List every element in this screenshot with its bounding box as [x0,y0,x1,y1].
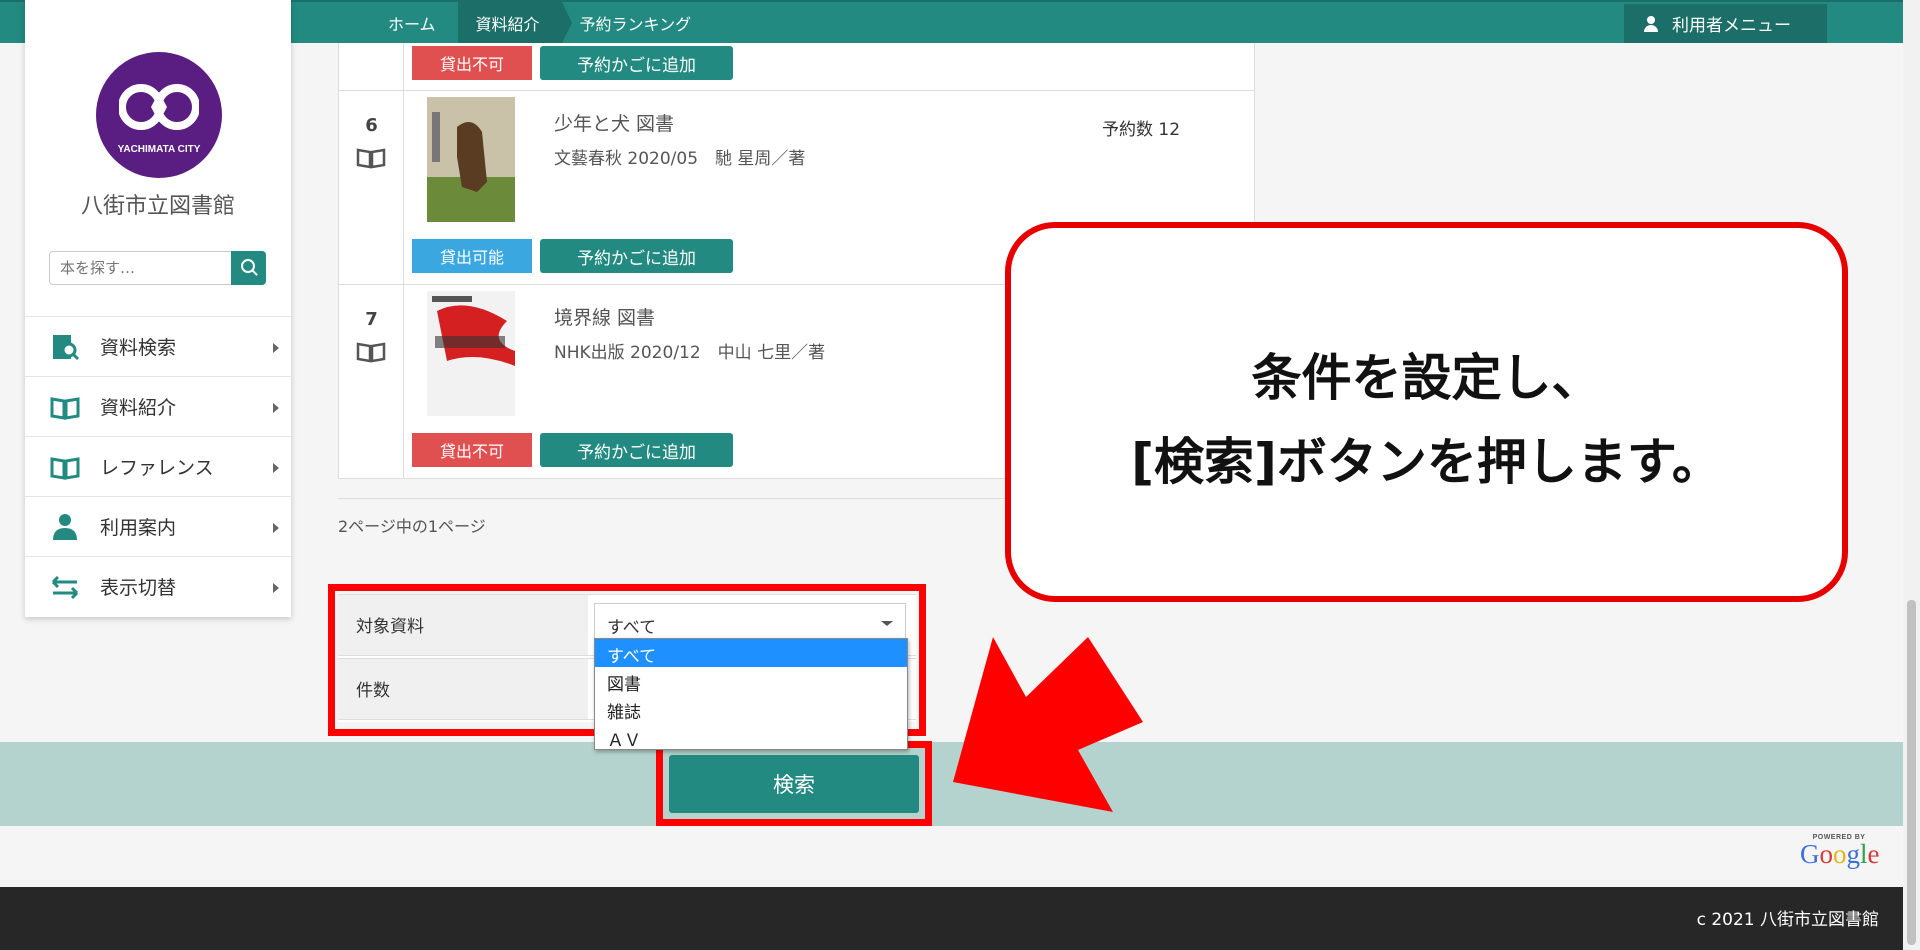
sidebar-item-label: 資料検索 [100,337,177,359]
status-badge: 貸出不可 [412,46,532,80]
book-meta: NHK出版 2020/12 中山 七里／著 [554,343,826,363]
library-name: 八街市立図書館 [80,194,235,219]
instruction-callout: 条件を設定し、 [検索]ボタンを押します。 [1005,222,1848,602]
pagination-info: 2ページ中の1ページ [338,517,486,536]
scrollbar[interactable] [1903,0,1920,950]
option-all[interactable]: すべて [595,639,907,667]
sidebar-item-usage-guide[interactable]: 利用案内 [25,496,291,556]
search-button[interactable] [231,251,266,285]
book-icon [356,342,386,363]
chevron-right-icon [273,583,279,593]
add-to-cart-button[interactable]: 予約かごに追加 [540,46,733,80]
user-icon [1642,15,1660,33]
book-meta: 文藝春秋 2020/05 馳 星周／著 [554,149,806,169]
chevron-right-icon [273,403,279,413]
status-badge: 貸出可能 [412,239,532,273]
status-badge: 貸出不可 [412,433,532,467]
breadcrumb-home[interactable]: ホーム [370,2,468,43]
item-number: 6 [365,115,378,136]
sidebar-item-reference[interactable]: レファレンス [25,436,291,496]
breadcrumb-reservation-ranking: 予約ランキング [579,14,692,34]
sidebar-item-material-search[interactable]: 資料検索 [25,316,291,376]
scrollbar-thumb[interactable] [1907,600,1916,945]
search-book-icon [53,334,80,360]
swap-arrows-icon [51,575,79,599]
powered-by-google: POWERED BY Google [1800,834,1880,874]
sidebar-nav: 資料検索 資料紹介 レファレンス 利用案内 表示切替 [25,316,291,616]
book-title[interactable]: 境界線 図書 [554,303,655,330]
logo-text: YACHIMATA CITY [117,144,201,155]
book-cover-image[interactable] [427,97,515,222]
user-menu-button[interactable]: 利用者メニュー [1624,4,1827,43]
library-logo[interactable]: YACHIMATA CITY [96,52,222,178]
book-title[interactable]: 少年と犬 図書 [554,109,674,136]
sidebar-item-label: 表示切替 [100,577,177,599]
person-icon [53,513,77,540]
book-search-input[interactable] [49,251,232,285]
highlight-box-search [656,741,932,826]
option-books[interactable]: 図書 [595,667,907,695]
footer: c 2021 八街市立図書館 [0,887,1903,950]
breadcrumb-material-intro[interactable]: 資料紹介 [457,2,572,43]
sidebar-item-label: 資料紹介 [100,397,177,419]
chevron-right-icon [273,343,279,353]
copyright: c 2021 八街市立図書館 [1696,910,1879,930]
open-book-icon [50,396,80,420]
chevron-right-icon [273,463,279,473]
reserve-count: 予約数 12 [1102,120,1181,140]
logo-emblem-icon [119,84,199,130]
add-to-cart-button[interactable]: 予約かごに追加 [540,433,733,467]
option-av[interactable]: ＡＶ [595,723,907,749]
book-icon [356,148,386,169]
add-to-cart-button[interactable]: 予約かごに追加 [540,239,733,273]
sidebar-item-label: レファレンス [100,457,214,479]
breadcrumb: ホーム 資料紹介 予約ランキング [370,2,713,43]
target-material-dropdown: すべて 図書 雑誌 ＡＶ [594,638,908,750]
sidebar-item-label: 利用案内 [100,517,177,539]
google-logo: Google [1800,839,1880,869]
callout-line-1: 条件を設定し、 [1251,349,1602,407]
option-magazines[interactable]: 雑誌 [595,695,907,723]
sidebar: YACHIMATA CITY 八街市立図書館 資料検索 資料紹介 レファレンス [25,0,291,617]
open-book-icon [50,456,80,480]
list-item: 貸出不可 予約かごに追加 [338,43,1255,91]
callout-line-2: [検索]ボタンを押します。 [1131,433,1722,491]
book-cover-image[interactable] [427,291,515,416]
user-menu-label: 利用者メニュー [1672,16,1791,36]
chevron-right-icon [273,523,279,533]
pointer-arrow-icon [953,637,1143,812]
sidebar-item-material-intro[interactable]: 資料紹介 [25,376,291,436]
sidebar-item-display-toggle[interactable]: 表示切替 [25,556,291,616]
item-number: 7 [365,309,378,330]
